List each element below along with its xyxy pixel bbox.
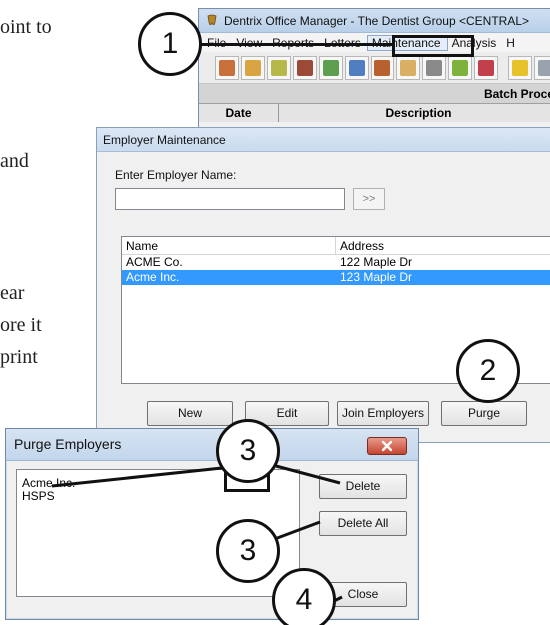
purge-close-x-button[interactable] (367, 437, 407, 455)
family-file-icon (218, 59, 235, 76)
toolbar-button-8[interactable] (396, 55, 421, 80)
purge-dialog-title: Purge Employers (6, 429, 418, 461)
pen-icon (348, 59, 365, 76)
bg-text-line-1: oint to (0, 16, 52, 38)
toolbar-button-4[interactable] (292, 55, 317, 80)
employer-row-selected[interactable]: Acme Inc. 123 Maple Dr (122, 270, 550, 285)
tooth-icon (400, 59, 417, 76)
pencil-icon (322, 59, 339, 76)
callout-1: 1 (138, 12, 202, 76)
callout-2: 2 (456, 339, 520, 403)
main-toolbar (199, 52, 550, 84)
batch-columns: Date Description (199, 104, 550, 122)
employer-name-input[interactable] (115, 188, 345, 210)
delete-all-button[interactable]: Delete All (319, 511, 407, 536)
search-go-button[interactable]: >> (353, 188, 385, 210)
toolbar-button-12[interactable] (508, 55, 533, 80)
employer-dialog-title: Employer Maintenance (97, 128, 550, 152)
callout-3a: 3 (216, 419, 280, 483)
toolbar-button-11[interactable] (474, 55, 499, 80)
purge-employers-dialog: Purge Employers Acme Inc. HSPS Delete De… (5, 428, 419, 620)
toolbar-button-5[interactable] (318, 55, 343, 80)
bg-text-line-4: ore it (0, 314, 42, 336)
close-icon (381, 440, 393, 452)
employer-name: Acme Inc. (126, 270, 180, 284)
bg-text-line-2: and (0, 150, 29, 172)
employer-name-label: Enter Employer Name: (115, 168, 237, 182)
disk-icon (538, 59, 550, 76)
tag-icon (452, 59, 469, 76)
report-icon (478, 59, 495, 76)
main-window-titlebar: Dentrix Office Manager - The Dentist Gro… (199, 9, 550, 33)
toolbar-button-2[interactable] (240, 55, 265, 80)
printer-icon (426, 59, 443, 76)
employer-row[interactable]: ACME Co. 122 Maple Dr (122, 255, 550, 270)
purge-button[interactable]: Purge (441, 401, 527, 426)
callout-1-line (196, 43, 394, 46)
maintenance-highlight-box (392, 35, 474, 57)
toolbar-button-6[interactable] (344, 55, 369, 80)
schedule-icon (374, 59, 391, 76)
new-button[interactable]: New (147, 401, 233, 426)
callout-4: 4 (272, 568, 336, 625)
toolbar-button-10[interactable] (448, 55, 473, 80)
column-date[interactable]: Date (199, 104, 279, 122)
header-name[interactable]: Name (122, 237, 336, 254)
join-employers-button[interactable]: Join Employers (337, 401, 429, 426)
employer-name: ACME Co. (126, 255, 183, 269)
batch-processor-header: Batch Proce (199, 84, 550, 104)
header-address[interactable]: Address (336, 237, 550, 254)
callout-3b: 3 (216, 519, 280, 583)
ledger-icon (270, 59, 287, 76)
dentrix-app-icon (207, 14, 217, 25)
chart-icon (244, 59, 261, 76)
employer-list-header: Name Address (122, 237, 550, 255)
delete-button[interactable]: Delete (319, 474, 407, 499)
toolbar-button-9[interactable] (422, 55, 447, 80)
toolbar-button-13[interactable] (534, 55, 550, 80)
bg-text-line-3: ear (0, 282, 25, 304)
bg-text-line-5: print (0, 346, 38, 368)
column-description[interactable]: Description (279, 104, 550, 122)
menu-help[interactable]: H (502, 36, 521, 50)
toolbar-button-1[interactable] (215, 55, 239, 80)
main-window-title: Dentrix Office Manager - The Dentist Gro… (224, 13, 530, 28)
book-icon (296, 59, 313, 76)
employer-address: 122 Maple Dr (340, 255, 413, 269)
toolbar-button-3[interactable] (266, 55, 291, 80)
toolbar-button-7[interactable] (370, 55, 395, 80)
employer-address: 123 Maple Dr (340, 270, 413, 284)
lightning-icon (512, 59, 529, 76)
